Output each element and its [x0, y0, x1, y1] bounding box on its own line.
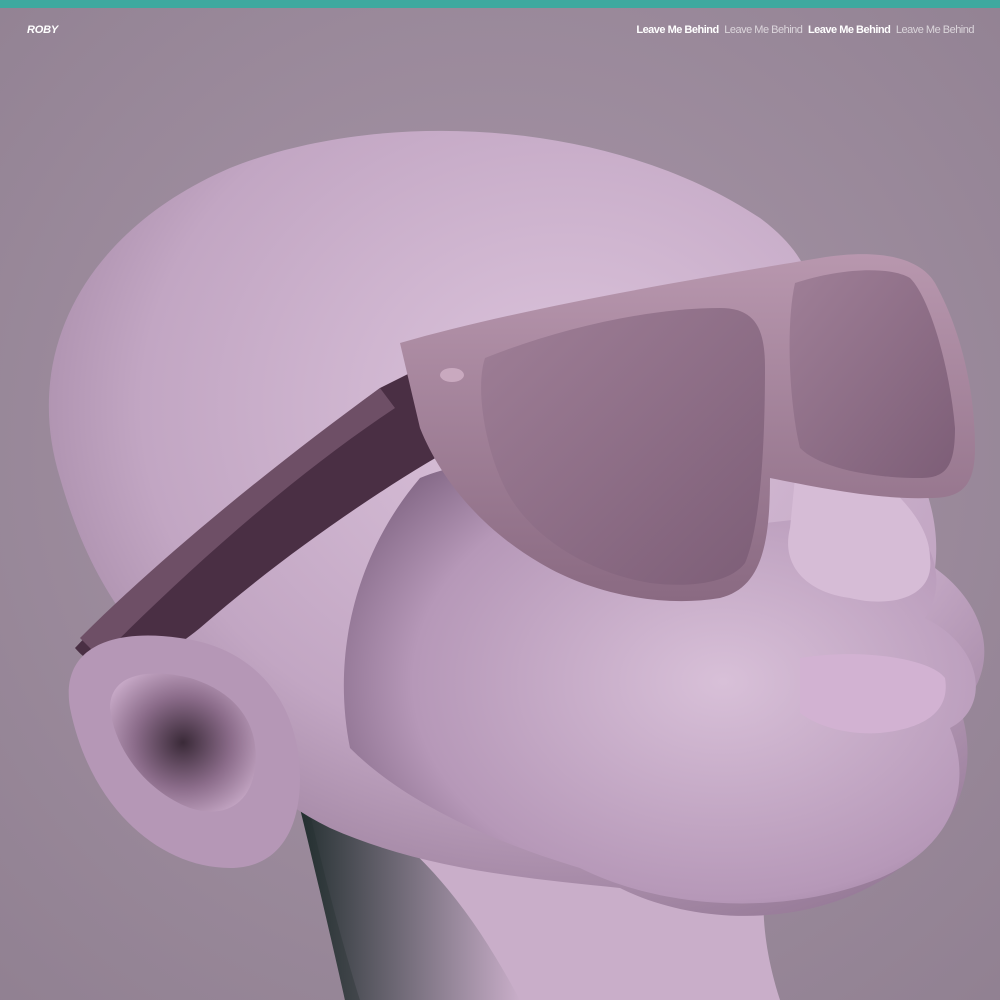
title-repeat-4: Leave Me Behind	[895, 24, 975, 36]
title-strip: Leave Me Behind Leave Me Behind Leave Me…	[633, 24, 974, 36]
title-repeat-1: Leave Me Behind	[636, 24, 719, 36]
bust-artwork	[0, 8, 1000, 1000]
album-cover: ROBY Leave Me Behind Leave Me Behind Lea…	[0, 0, 1000, 1000]
accent-bar	[0, 0, 1000, 8]
title-repeat-3: Leave Me Behind	[807, 24, 891, 36]
title-repeat-2: Leave Me Behind	[724, 24, 803, 36]
artist-name: ROBY	[27, 24, 58, 36]
